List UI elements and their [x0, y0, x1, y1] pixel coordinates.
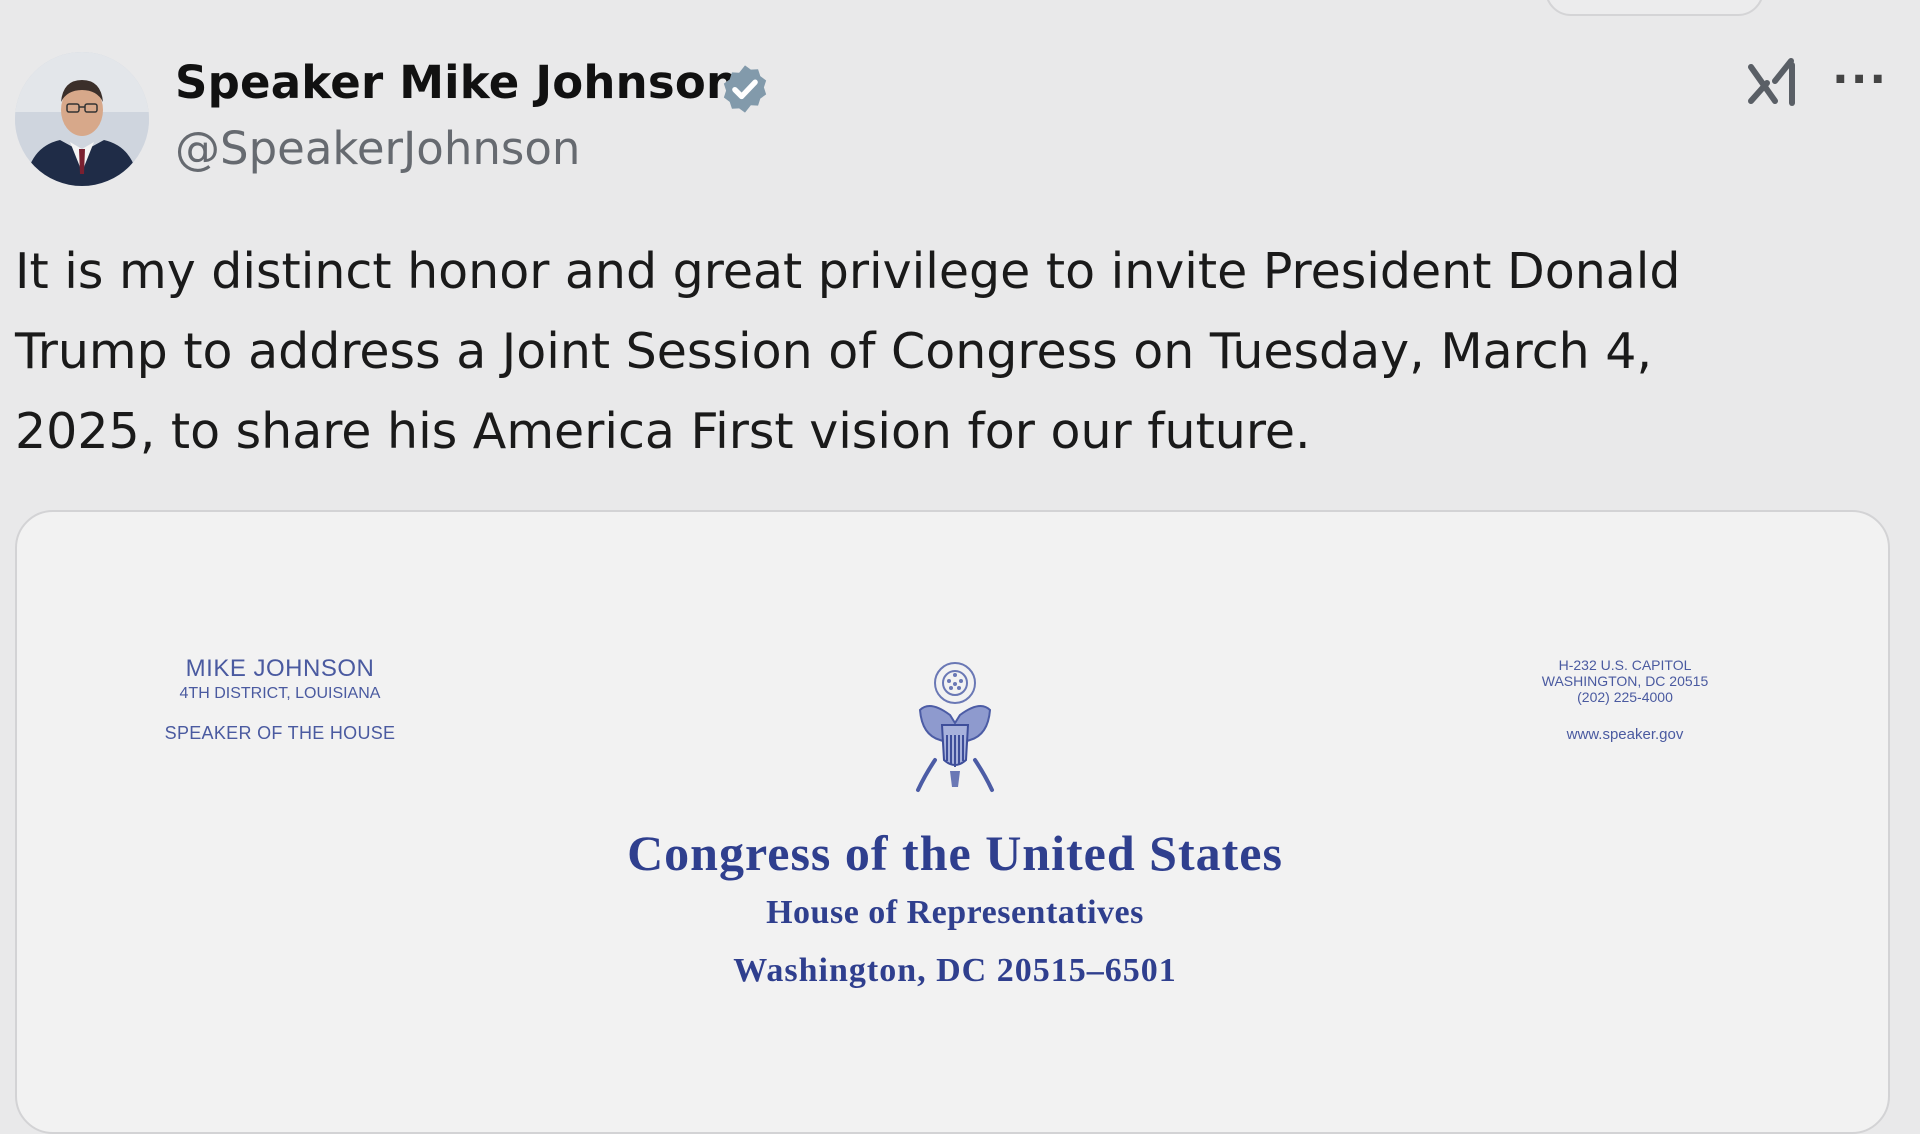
letterhead-congress-title: Congress of the United States	[627, 825, 1283, 881]
letterhead-address: Washington, DC 20515–6501	[733, 952, 1177, 989]
author-handle[interactable]: @SpeakerJohnson	[175, 122, 580, 175]
top-pill-button[interactable]	[1545, 0, 1764, 16]
letterhead-left-block: MIKE JOHNSON 4TH DISTRICT, LOUISIANA SPE…	[150, 655, 410, 744]
letterhead-name: MIKE JOHNSON	[185, 655, 375, 682]
letterhead-center-block: Congress of the United States House of R…	[455, 822, 1455, 1000]
letterhead-title: SPEAKER OF THE HOUSE	[164, 723, 396, 743]
post-text-line: 2025, to share his America First vision …	[15, 403, 1311, 460]
profile-photo	[15, 52, 149, 186]
letterhead-address-line: (202) 225-4000	[1577, 689, 1673, 705]
post-text: It is my distinct honor and great privil…	[15, 232, 1895, 472]
post-text-line: It is my distinct honor and great privil…	[15, 243, 1681, 300]
post-text-line: Trump to address a Joint Session of Cong…	[15, 323, 1653, 380]
letterhead-house-title: House of Representatives	[766, 894, 1144, 931]
letterhead-website: www.speaker.gov	[1566, 726, 1684, 743]
letterhead-district: 4TH DISTRICT, LOUISIANA	[179, 685, 381, 702]
more-options-icon[interactable]: ···	[1832, 58, 1886, 110]
letterhead-right-block: H-232 U.S. CAPITOL WASHINGTON, DC 20515 …	[1505, 657, 1745, 743]
author-name[interactable]: Speaker Mike Johnson	[175, 56, 738, 109]
great-seal-eagle-icon	[916, 662, 994, 792]
avatar[interactable]	[15, 52, 149, 186]
x-ai-icon[interactable]	[1745, 55, 1803, 113]
letterhead-address-line: H-232 U.S. CAPITOL	[1558, 657, 1692, 673]
letterhead-address-line: WASHINGTON, DC 20515	[1541, 673, 1709, 689]
verified-badge-icon	[723, 65, 767, 113]
